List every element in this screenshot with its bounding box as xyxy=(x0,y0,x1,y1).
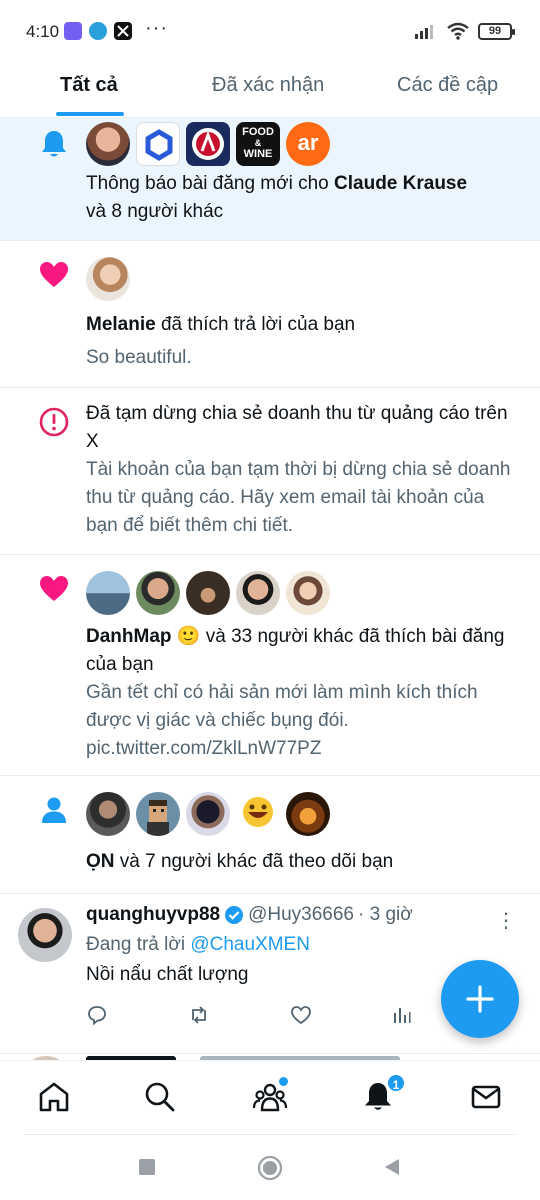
active-tab-indicator xyxy=(56,112,124,116)
new-post-suffix: và 8 người khác xyxy=(86,201,224,222)
alert-title: Đã tạm dừng chia sẻ doanh thu từ quảng c… xyxy=(86,403,508,452)
tweet-header: quanghuyvp88 @Huy36666 · 3 giờ xyxy=(86,904,413,926)
wifi-icon xyxy=(447,22,469,40)
reply-preview: So beautiful. xyxy=(86,347,192,368)
notification-like-reply[interactable]: Melanie đã thích trả lời của bạn So beau… xyxy=(0,241,540,388)
notif-user-name[interactable]: Claude Krause xyxy=(334,173,467,194)
avatar[interactable] xyxy=(236,571,280,615)
avatar[interactable] xyxy=(18,908,72,962)
notif-user-name[interactable]: DanhMap xyxy=(86,626,172,647)
avatar[interactable] xyxy=(286,571,330,615)
bell-icon xyxy=(42,131,66,157)
alert-description: Tài khoản của bạn tạm thời bị dừng chia … xyxy=(86,459,511,536)
tweet-author-handle[interactable]: @Huy36666 xyxy=(248,904,354,926)
bottom-navigation: 1 xyxy=(0,1060,540,1134)
ar-avatar-label: ar xyxy=(297,130,319,155)
replying-to: Đang trả lời @ChauXMEN xyxy=(86,934,310,956)
avatar[interactable] xyxy=(86,257,130,301)
like-reply-text: Melanie đã thích trả lời của bạn xyxy=(86,311,520,339)
battery-icon: 99 xyxy=(478,22,515,40)
nav-notifications[interactable]: 1 xyxy=(360,1073,406,1115)
new-post-text: Thông báo bài đăng mới cho Claude Krause… xyxy=(86,170,520,226)
follow-message: và 7 người khác đã theo dõi bạn xyxy=(114,851,394,872)
analytics-icon[interactable] xyxy=(390,1004,412,1026)
food-wine-line1: FOOD xyxy=(242,126,274,138)
follow-text: ỌN và 7 người khác đã theo dõi bạn xyxy=(86,848,520,876)
like-post-text: DanhMap 🙂 và 33 người khác đã thích bài … xyxy=(86,623,520,679)
viber-icon xyxy=(64,22,82,40)
home-button-icon[interactable] xyxy=(257,1155,283,1181)
replying-to-handle[interactable]: @ChauXMEN xyxy=(190,934,310,955)
ar-avatar[interactable]: ar xyxy=(286,122,330,166)
status-bar: 4:10 ··· 99 xyxy=(0,0,540,64)
food-wine-avatar[interactable]: FOOD & WINE xyxy=(236,122,280,166)
heart-icon xyxy=(40,576,68,601)
notification-alert[interactable]: Đã tạm dừng chia sẻ doanh thu từ quảng c… xyxy=(0,388,540,555)
avatar[interactable] xyxy=(86,792,130,836)
signal-icon xyxy=(415,25,433,39)
status-time: 4:10 xyxy=(26,22,60,41)
nav-divider xyxy=(24,1134,516,1135)
compose-button[interactable] xyxy=(441,960,519,1038)
tweet-timestamp: · 3 giờ xyxy=(358,904,413,925)
barstool-avatar[interactable] xyxy=(186,122,230,166)
back-icon[interactable] xyxy=(382,1157,402,1177)
tab-verified[interactable]: Đã xác nhận xyxy=(212,74,324,97)
avatar[interactable] xyxy=(186,792,230,836)
nav-messages[interactable] xyxy=(468,1079,504,1115)
avatar[interactable] xyxy=(136,792,180,836)
nav-search[interactable] xyxy=(142,1079,178,1115)
avatar[interactable] xyxy=(86,122,130,166)
notification-like-post[interactable]: DanhMap 🙂 và 33 người khác đã thích bài … xyxy=(0,555,540,776)
notification-count-badge: 1 xyxy=(386,1073,406,1093)
more-status-icon: ··· xyxy=(145,17,168,39)
notification-tabs: Tất cả Đã xác nhận Các đề cập xyxy=(0,64,540,118)
home-icon xyxy=(39,1082,69,1112)
tweet-more-icon[interactable]: ⋮ xyxy=(496,908,516,933)
notif-user-name[interactable]: ỌN xyxy=(86,851,115,872)
tweet-text: Nồi nẩu chất lượng xyxy=(86,964,249,985)
food-wine-line2: WINE xyxy=(243,148,273,160)
heart-icon xyxy=(40,262,68,287)
nav-home[interactable] xyxy=(36,1079,72,1115)
notification-new-post[interactable]: FOOD & WINE ar Thông báo bài đăng mới ch… xyxy=(0,118,540,241)
x-logo-icon xyxy=(114,22,132,40)
system-navigation xyxy=(0,1140,540,1200)
replying-to-label: Đang trả lời xyxy=(86,934,191,955)
search-icon xyxy=(145,1082,175,1112)
tab-all[interactable]: Tất cả xyxy=(60,74,118,97)
communities-dot-badge xyxy=(279,1077,288,1086)
post-preview: Gần tết chỉ có hải sản mới làm mình kích… xyxy=(86,682,478,759)
retweet-icon[interactable] xyxy=(188,1004,210,1026)
avatar[interactable] xyxy=(136,571,180,615)
recents-icon[interactable] xyxy=(138,1158,156,1176)
reply-icon[interactable] xyxy=(86,1004,108,1026)
avatar[interactable] xyxy=(186,571,230,615)
like-reply-message: đã thích trả lời của bạn xyxy=(155,314,356,335)
mail-icon xyxy=(471,1085,501,1109)
telegram-icon xyxy=(89,22,107,40)
chainlink-avatar[interactable] xyxy=(136,122,180,166)
avatar[interactable] xyxy=(286,792,330,836)
nav-communities[interactable] xyxy=(252,1077,288,1115)
tweet-author-name[interactable]: quanghuyvp88 xyxy=(86,904,220,926)
avatar[interactable] xyxy=(86,571,130,615)
notification-follow[interactable]: ỌN và 7 người khác đã theo dõi bạn xyxy=(0,776,540,894)
verified-badge-icon xyxy=(225,906,244,924)
avatar[interactable] xyxy=(236,792,280,836)
like-icon[interactable] xyxy=(290,1004,312,1026)
notif-user-name[interactable]: Melanie xyxy=(86,314,156,335)
tab-mentions[interactable]: Các đề cập xyxy=(397,74,498,97)
smile-emoji: 🙂 xyxy=(176,626,201,647)
new-post-prefix: Thông báo bài đăng mới cho xyxy=(86,173,335,194)
person-icon xyxy=(42,797,66,823)
plus-icon xyxy=(466,985,494,1013)
alert-circle-icon xyxy=(39,407,69,437)
